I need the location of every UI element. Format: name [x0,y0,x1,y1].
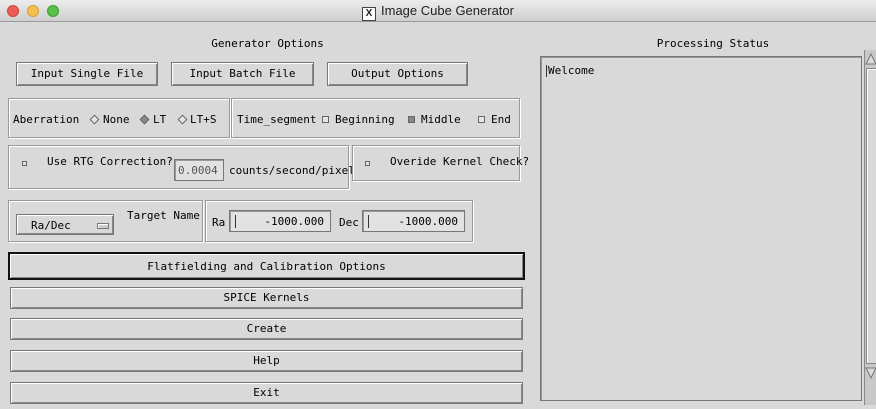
input-batch-file-button[interactable]: Input Batch File [171,62,314,86]
generator-options-heading: Generator Options [211,37,324,50]
target-name-label: Target Name [127,209,200,222]
rtg-toggle[interactable] [22,161,27,166]
option-menu-icon [97,223,109,229]
dec-value: -1000.000 [398,215,458,228]
window-title: X Image Cube Generator [0,3,876,21]
ra-input[interactable]: -1000.000 [229,210,331,232]
ra-value: -1000.000 [264,215,324,228]
aberration-none-label: None [103,113,130,126]
middle-label: Middle [421,113,461,126]
flatfielding-calibration-button[interactable]: Flatfielding and Calibration Options [8,252,525,280]
rtg-value-text: 0.0004 [178,164,218,177]
dec-label: Dec [339,216,359,229]
output-options-button[interactable]: Output Options [327,62,468,86]
coord-select-value: Ra/Dec [31,219,71,232]
end-checkbox[interactable] [478,116,485,123]
coord-select-dropdown[interactable]: Ra/Dec [16,214,114,235]
window-title-text: Image Cube Generator [381,3,514,18]
status-text-area[interactable]: Welcome [540,56,862,401]
time-segment-label: Time_segment [237,113,317,126]
x11-icon: X [362,7,377,21]
kernel-check-label: Overide Kernel Check? [390,155,530,168]
exit-button[interactable]: Exit [10,382,523,404]
processing-status-heading: Processing Status [656,37,770,50]
status-text: Welcome [548,64,595,77]
title-bar: X Image Cube Generator [0,0,876,22]
dec-input[interactable]: -1000.000 [362,210,465,232]
aberration-lt-label: LT [153,113,167,126]
create-button[interactable]: Create [10,318,523,340]
help-button[interactable]: Help [10,350,523,372]
end-label: End [491,113,511,126]
scroll-up-arrow-icon[interactable] [865,52,876,66]
ra-label: Ra [212,216,226,229]
status-scrollbar[interactable] [864,50,876,405]
beginning-checkbox[interactable] [322,116,329,123]
rtg-label: Use RTG Correction? [47,155,173,168]
middle-checkbox[interactable] [408,116,415,123]
spice-kernels-button[interactable]: SPICE Kernels [10,287,523,309]
scrollbar-thumb[interactable] [866,68,876,364]
kernel-check-toggle[interactable] [365,161,370,166]
rtg-units-label: counts/second/pixel [229,164,355,177]
input-single-file-button[interactable]: Input Single File [16,62,158,86]
aberration-lts-label: LT+S [190,113,217,126]
rtg-value-field[interactable]: 0.0004 [174,159,224,181]
beginning-label: Beginning [335,113,395,126]
scroll-down-arrow-icon[interactable] [865,366,876,380]
aberration-label: Aberration [13,113,80,126]
